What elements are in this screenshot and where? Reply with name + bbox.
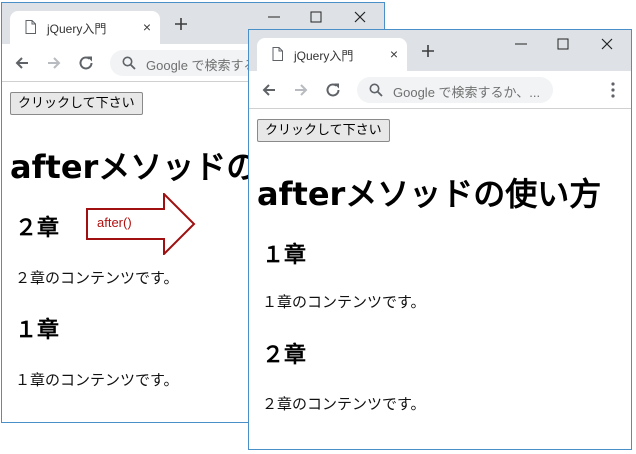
document-icon — [272, 47, 283, 61]
click-button[interactable]: クリックして下さい — [10, 92, 143, 115]
section-heading: ２章 — [15, 216, 60, 241]
title-bar: jQuery入門 × — [249, 30, 631, 71]
section-heading: ２章 — [262, 343, 307, 368]
search-icon — [122, 56, 136, 70]
maximize-icon[interactable] — [308, 9, 324, 25]
search-icon — [369, 83, 383, 97]
menu-dots-icon[interactable] — [611, 82, 615, 98]
forward-arrow-icon[interactable] — [292, 81, 310, 99]
section-text: ２章のコンテンツです。 — [262, 395, 426, 413]
new-tab-icon[interactable] — [419, 42, 437, 60]
minimize-icon[interactable] — [513, 36, 529, 52]
page-content: クリックして下さい afterメソッドの使い方 １章 １章のコンテンツです。 ２… — [249, 109, 631, 449]
click-button[interactable]: クリックして下さい — [257, 119, 390, 142]
maximize-icon[interactable] — [555, 36, 571, 52]
address-bar[interactable]: Google で検索するか、... — [357, 77, 553, 103]
reload-icon[interactable] — [77, 54, 95, 72]
new-tab-icon[interactable] — [172, 15, 190, 33]
minimize-icon[interactable] — [266, 9, 282, 25]
section-text: １章のコンテンツです。 — [262, 293, 426, 311]
close-window-icon[interactable] — [352, 9, 368, 25]
document-icon — [25, 20, 36, 34]
tab-title: jQuery入門 — [47, 22, 107, 36]
tab-close-icon[interactable]: × — [390, 46, 398, 62]
browser-tab[interactable]: jQuery入門 × — [257, 38, 407, 71]
close-window-icon[interactable] — [599, 36, 615, 52]
back-arrow-icon[interactable] — [260, 81, 278, 99]
section-heading: １章 — [262, 243, 307, 268]
browser-window-after: jQuery入門 × Google で検索するか、... クリックして下さい a… — [248, 29, 632, 450]
section-text: ２章のコンテンツです。 — [15, 269, 179, 287]
tab-close-icon[interactable]: × — [143, 19, 151, 35]
page-title: afterメソッドの使い方 — [257, 175, 602, 213]
browser-tab[interactable]: jQuery入門 × — [10, 11, 160, 44]
browser-toolbar: Google で検索するか、... — [249, 71, 631, 109]
section-text: １章のコンテンツです。 — [15, 371, 179, 389]
arrow-label: after() — [97, 215, 132, 230]
tab-title: jQuery入門 — [294, 49, 354, 63]
section-heading: １章 — [15, 318, 60, 343]
reload-icon[interactable] — [324, 81, 342, 99]
back-arrow-icon[interactable] — [13, 54, 31, 72]
forward-arrow-icon[interactable] — [45, 54, 63, 72]
address-placeholder: Google で検索するか、... — [393, 85, 541, 100]
